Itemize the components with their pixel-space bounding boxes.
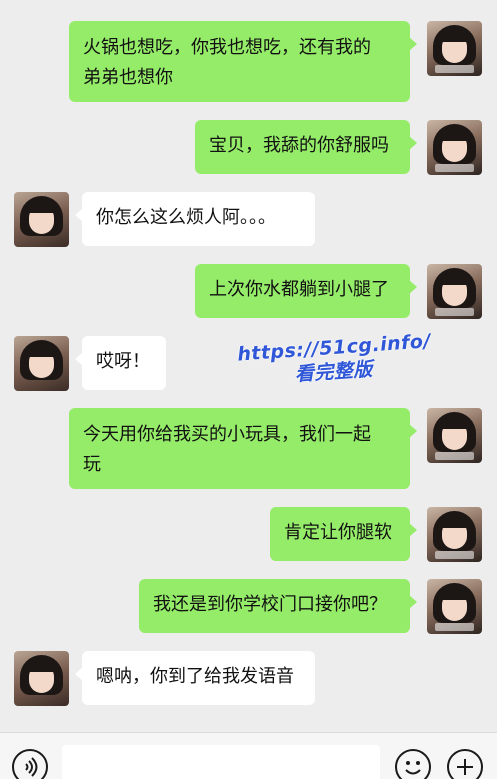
- message-bubble-sent[interactable]: 肯定让你腿软: [270, 507, 417, 561]
- message-text-line: 火锅也想吃，你我也想吃，还有我的: [83, 37, 371, 58]
- my-avatar[interactable]: [427, 120, 482, 175]
- watermark: https://51cg.info/ 看完整版: [237, 329, 432, 390]
- message-bubble-sent[interactable]: 宝贝，我舔的你舒服吗: [195, 120, 417, 174]
- message-bubble-received[interactable]: 哎呀！: [75, 336, 166, 390]
- my-avatar[interactable]: [427, 579, 482, 634]
- my-avatar[interactable]: [427, 264, 482, 319]
- message-text-line: 玩: [83, 454, 101, 475]
- message-text-line: 嗯呐，你到了给我发语音: [96, 666, 294, 687]
- message-text-line: 哎呀！: [96, 351, 150, 372]
- voice-wave-icon: [25, 757, 38, 777]
- message-text-line: 今天用你给我买的小玩具，我们一起: [83, 424, 371, 445]
- contact-avatar[interactable]: [14, 651, 69, 706]
- message-input[interactable]: [62, 745, 380, 779]
- message-bubble-sent[interactable]: 今天用你给我买的小玩具，我们一起 玩: [69, 408, 417, 489]
- my-avatar[interactable]: [427, 21, 482, 76]
- contact-avatar[interactable]: [14, 192, 69, 247]
- message-bubble-sent[interactable]: 火锅也想吃，你我也想吃，还有我的 弟弟也想你: [69, 21, 417, 102]
- contact-avatar[interactable]: [14, 336, 69, 391]
- message-text-line: 宝贝，我舔的你舒服吗: [209, 135, 389, 156]
- my-avatar[interactable]: [427, 507, 482, 562]
- message-text-line: 肯定让你腿软: [284, 522, 392, 543]
- chat-message-list[interactable]: 火锅也想吃，你我也想吃，还有我的 弟弟也想你 宝贝，我舔的你舒服吗 你怎么这么烦…: [0, 0, 497, 732]
- message-text-line: 上次你水都躺到小腿了: [209, 279, 389, 300]
- message-bubble-sent[interactable]: 我还是到你学校门口接你吧？: [139, 579, 417, 633]
- message-text-line: 弟弟也想你: [83, 67, 173, 88]
- input-bar: [0, 732, 497, 779]
- my-avatar[interactable]: [427, 408, 482, 463]
- emoji-button[interactable]: [395, 749, 431, 779]
- message-bubble-received[interactable]: 你怎么这么烦人阿。。。: [75, 192, 315, 246]
- plus-icon: [457, 759, 473, 775]
- message-bubble-received[interactable]: 嗯呐，你到了给我发语音: [75, 651, 315, 705]
- plus-button[interactable]: [447, 749, 483, 779]
- voice-button[interactable]: [12, 749, 48, 779]
- message-text-line: 我还是到你学校门口接你吧？: [153, 594, 387, 615]
- smiley-face-icon: [405, 761, 421, 775]
- message-text-line: 你怎么这么烦人阿。。。: [96, 207, 276, 228]
- message-bubble-sent[interactable]: 上次你水都躺到小腿了: [195, 264, 417, 318]
